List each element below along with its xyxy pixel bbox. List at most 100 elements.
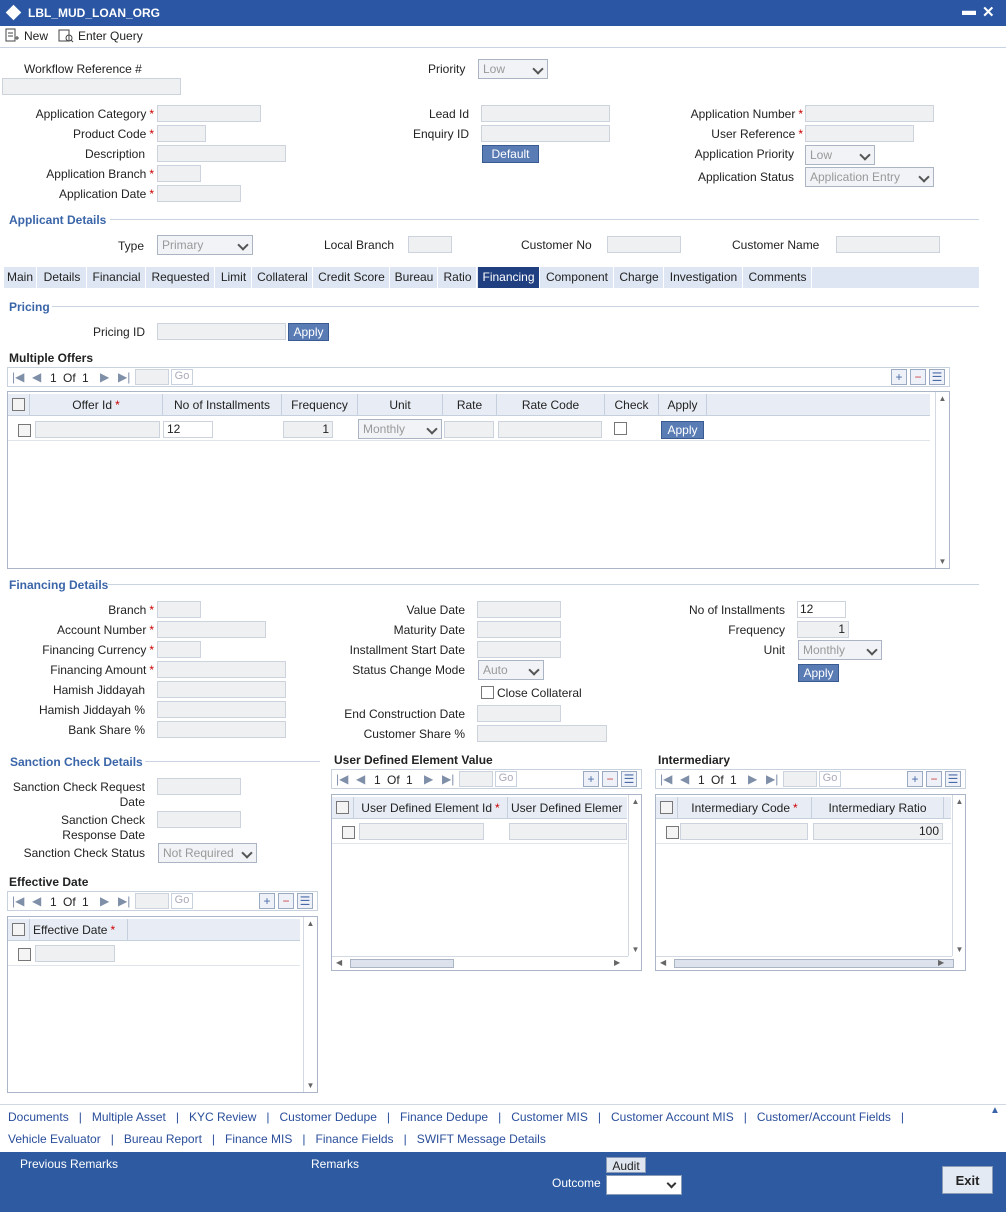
value-date-input[interactable] [477,601,561,618]
pricing-apply-button[interactable]: Apply [288,323,329,341]
customer-share-input[interactable] [477,725,607,742]
prev-page-icon[interactable]: ◀ [32,894,41,908]
row-checkbox[interactable] [18,424,31,437]
link-finance-dedupe[interactable]: Finance Dedupe [400,1110,488,1124]
lead-id-input[interactable] [481,105,610,122]
frequency-input[interactable]: 1 [283,421,333,438]
tab-requested[interactable]: Requested [147,267,215,288]
first-page-icon[interactable]: |◀ [336,772,348,786]
add-row-icon[interactable]: + [259,893,275,909]
first-page-icon[interactable]: |◀ [660,772,672,786]
delete-row-icon[interactable]: − [910,369,926,385]
workflow-ref-input[interactable] [2,78,181,95]
udf-vertical-scrollbar[interactable]: ▲ ▼ [628,795,641,956]
go-button[interactable]: Go [495,771,517,787]
row-checkbox[interactable] [342,826,355,839]
outcome-select[interactable] [606,1175,682,1195]
intermediary-vertical-scrollbar[interactable]: ▲ ▼ [952,795,965,956]
add-row-icon[interactable]: + [583,771,599,787]
udf-id-input[interactable] [359,823,484,840]
sanction-response-input[interactable] [157,811,241,828]
offers-vertical-scrollbar[interactable]: ▲ ▼ [935,392,949,568]
default-button[interactable]: Default [482,145,539,163]
customer-name-input[interactable] [836,236,940,253]
next-page-icon[interactable]: ▶ [424,772,433,786]
enquiry-id-input[interactable] [481,125,610,142]
page-input[interactable] [135,369,169,385]
tab-limit[interactable]: Limit [216,267,252,288]
status-change-select[interactable]: Auto [478,660,544,680]
customer-no-input[interactable] [607,236,681,253]
header-select-all[interactable] [332,797,354,819]
prev-page-icon[interactable]: ◀ [680,772,689,786]
check-checkbox[interactable] [614,422,627,435]
tab-comments[interactable]: Comments [744,267,812,288]
prev-page-icon[interactable]: ◀ [356,772,365,786]
go-button[interactable]: Go [171,893,193,909]
priority-select[interactable]: Low [478,59,548,79]
prev-page-icon[interactable]: ◀ [32,370,41,384]
pricing-id-input[interactable] [157,323,286,340]
tab-component[interactable]: Component [541,267,614,288]
next-page-icon[interactable]: ▶ [100,894,109,908]
link-swift-message-details[interactable]: SWIFT Message Details [417,1132,546,1146]
link-customer-dedupe[interactable]: Customer Dedupe [279,1110,376,1124]
app-branch-input[interactable] [157,165,201,182]
page-input[interactable] [135,893,169,909]
unit-select[interactable]: Monthly [358,419,442,439]
tab-ratio[interactable]: Ratio [439,267,477,288]
intermediary-horizontal-scrollbar[interactable]: ◀ ▶ [656,956,954,970]
minimize-icon[interactable]: ▬ [962,2,976,18]
last-page-icon[interactable]: ▶| [118,370,130,384]
app-priority-select[interactable]: Low [805,145,875,165]
rate-input[interactable] [444,421,494,438]
tab-details[interactable]: Details [38,267,87,288]
link-finance-fields[interactable]: Finance Fields [316,1132,394,1146]
udf-value-input[interactable] [509,823,627,840]
bank-share-input[interactable] [157,721,286,738]
list-view-icon[interactable]: ☰ [929,369,945,385]
close-icon[interactable]: ✕ [982,3,995,21]
installments-input[interactable]: 12 [163,421,213,438]
tab-investigation[interactable]: Investigation [665,267,743,288]
tab-charge[interactable]: Charge [615,267,664,288]
intermediary-code-input[interactable] [680,823,808,840]
page-input[interactable] [459,771,493,787]
app-date-input[interactable] [157,185,241,202]
description-input[interactable] [157,145,286,162]
tab-financial[interactable]: Financial [88,267,146,288]
link-multiple-asset[interactable]: Multiple Asset [92,1110,166,1124]
link-bureau-report[interactable]: Bureau Report [124,1132,202,1146]
link-vehicle-evaluator[interactable]: Vehicle Evaluator [8,1132,101,1146]
last-page-icon[interactable]: ▶| [442,772,454,786]
new-button[interactable]: New [4,28,48,44]
effective-vertical-scrollbar[interactable]: ▲ ▼ [303,917,317,1092]
frequency-input[interactable]: 1 [797,621,849,638]
no-installments-input[interactable]: 12 [797,601,846,618]
financing-amount-input[interactable] [157,661,286,678]
intermediary-ratio-input[interactable]: 100 [813,823,943,840]
tab-credit-score[interactable]: Credit Score [314,267,390,288]
collapse-icon[interactable]: ▲ [988,1105,1002,1117]
type-select[interactable]: Primary [157,235,253,255]
hamish-pct-input[interactable] [157,701,286,718]
financing-apply-button[interactable]: Apply [798,664,839,682]
row-apply-button[interactable]: Apply [661,421,704,439]
branch-input[interactable] [157,601,201,618]
link-kyc-review[interactable]: KYC Review [189,1110,256,1124]
header-select-all[interactable] [656,797,678,819]
next-page-icon[interactable]: ▶ [100,370,109,384]
offer-id-input[interactable] [35,421,160,438]
row-checkbox[interactable] [18,948,31,961]
tab-collateral[interactable]: Collateral [253,267,313,288]
tab-main[interactable]: Main [4,267,37,288]
first-page-icon[interactable]: |◀ [12,894,24,908]
go-button[interactable]: Go [819,771,841,787]
header-select-all[interactable] [8,919,30,941]
local-branch-input[interactable] [408,236,452,253]
user-ref-input[interactable] [805,125,914,142]
list-view-icon[interactable]: ☰ [297,893,313,909]
sanction-status-select[interactable]: Not Required [158,843,257,863]
app-category-input[interactable] [157,105,261,122]
link-customer-account-mis[interactable]: Customer Account MIS [611,1110,734,1124]
